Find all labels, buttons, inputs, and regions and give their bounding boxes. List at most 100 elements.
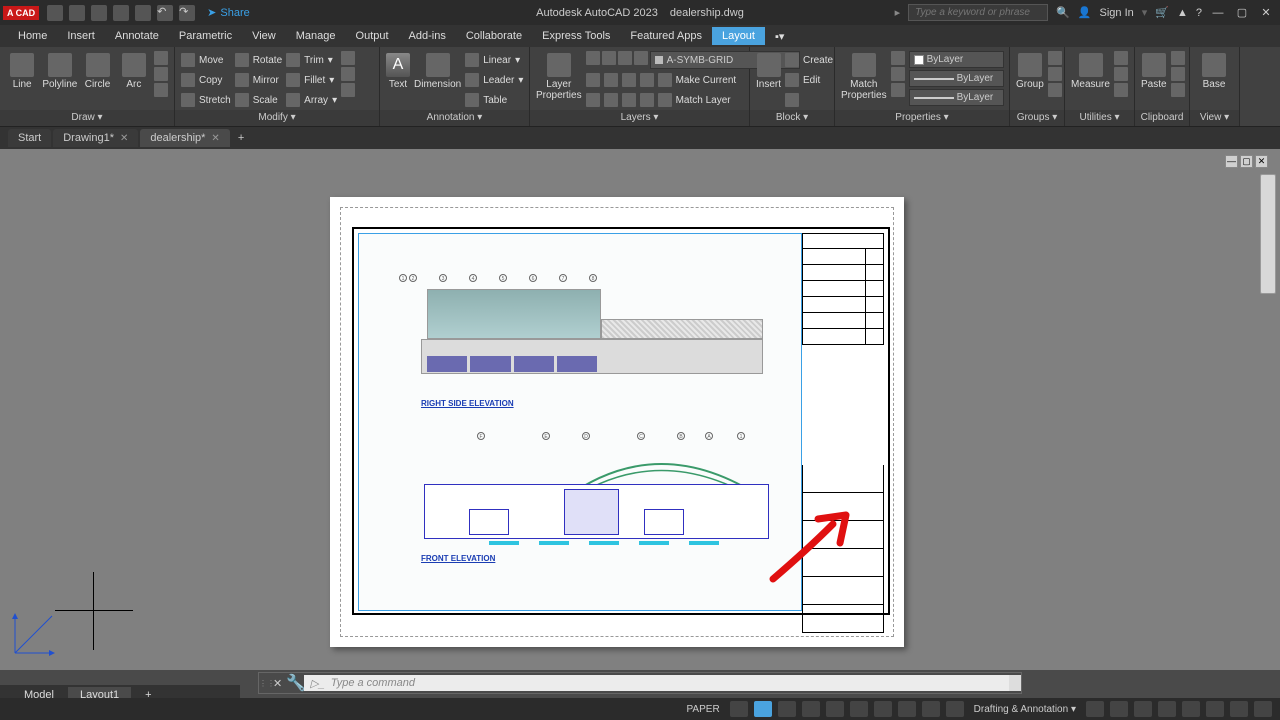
draw-extra-3[interactable] (154, 83, 168, 97)
block-extra[interactable] (785, 91, 833, 109)
move-button[interactable]: Move (181, 51, 231, 69)
layer-icon-4[interactable] (634, 51, 648, 65)
share-button[interactable]: ➤ Share (207, 6, 250, 19)
user-icon[interactable]: 👤 (1078, 6, 1092, 19)
autodesk-icon[interactable]: ▲ (1177, 7, 1188, 19)
cmd-customize-icon[interactable]: 🔧 (286, 673, 304, 693)
status-transparency[interactable] (898, 701, 916, 717)
canvas-area[interactable]: — ▢ ✕ 12 34 56 78 RIGHT SIDE (0, 149, 1280, 670)
close-icon[interactable]: ✕ (120, 133, 128, 144)
panel-title-annotation[interactable]: Annotation ▾ (380, 110, 529, 126)
status-cycling[interactable] (922, 701, 940, 717)
layer-r2-5[interactable] (658, 73, 672, 87)
draw-extra-1[interactable] (154, 51, 168, 65)
status-otrack[interactable] (850, 701, 868, 717)
panel-title-view[interactable]: View ▾ (1190, 110, 1239, 126)
panel-title-draw[interactable]: Draw ▾ (0, 110, 174, 126)
menu-insert[interactable]: Insert (57, 27, 105, 45)
status-monitor[interactable] (1086, 701, 1104, 717)
menu-extra-icon[interactable]: ▪▾ (765, 27, 794, 46)
nav-bar[interactable] (1260, 174, 1276, 294)
stretch-button[interactable]: Stretch (181, 91, 231, 109)
command-input[interactable]: ▷_ Type a command (304, 675, 1009, 691)
app-badge[interactable]: A CAD (3, 6, 39, 20)
panel-title-utilities[interactable]: Utilities ▾ (1065, 110, 1134, 126)
signin-label[interactable]: Sign In (1100, 7, 1134, 19)
menu-view[interactable]: View (242, 27, 286, 45)
search-arrow-icon[interactable]: ▸ (895, 6, 901, 19)
search-input[interactable] (908, 4, 1048, 21)
maximize-button[interactable]: ▢ (1234, 7, 1250, 19)
layer-r3-5[interactable] (658, 93, 672, 107)
redo-icon[interactable]: ↷ (179, 5, 195, 21)
layer-icon-2[interactable] (602, 51, 616, 65)
vp-maximize-button[interactable]: ▢ (1240, 155, 1253, 168)
layer-r3-2[interactable] (604, 93, 618, 107)
group-e3[interactable] (1048, 83, 1062, 97)
panel-title-properties[interactable]: Properties ▾ (835, 110, 1009, 126)
workspace-dropdown[interactable]: Drafting & Annotation ▾ (970, 704, 1080, 715)
minimize-button[interactable]: — (1210, 7, 1226, 19)
rotate-button[interactable]: Rotate (235, 51, 282, 69)
table-button[interactable]: Table (465, 91, 523, 109)
tab-start[interactable]: Start (8, 129, 51, 147)
layer-icon-3[interactable] (618, 51, 632, 65)
status-snap[interactable] (754, 701, 772, 717)
menu-express[interactable]: Express Tools (532, 27, 620, 45)
menu-featured[interactable]: Featured Apps (620, 27, 712, 45)
util-e1[interactable] (1114, 51, 1128, 65)
prop-icon-2[interactable] (891, 67, 905, 81)
status-osnap[interactable] (826, 701, 844, 717)
scale-button[interactable]: Scale (235, 91, 282, 109)
util-e2[interactable] (1114, 67, 1128, 81)
layer-r3-3[interactable] (622, 93, 636, 107)
panel-title-modify[interactable]: Modify ▾ (175, 110, 379, 126)
menu-layout[interactable]: Layout (712, 27, 765, 45)
clip-e1[interactable] (1171, 51, 1185, 65)
make-current-button[interactable]: Make Current (676, 75, 737, 86)
prop-icon-3[interactable] (891, 83, 905, 97)
new-tab-button[interactable]: + (232, 129, 250, 147)
status-clean[interactable] (1230, 701, 1248, 717)
plot-icon[interactable] (135, 5, 151, 21)
menu-home[interactable]: Home (8, 27, 57, 45)
modify-extra-3[interactable] (341, 83, 355, 97)
status-lock[interactable] (1158, 701, 1176, 717)
array-button[interactable]: Array ▾ (286, 91, 337, 109)
menu-collaborate[interactable]: Collaborate (456, 27, 532, 45)
saveas-icon[interactable] (113, 5, 129, 21)
cart-icon[interactable]: 🛒 (1155, 6, 1169, 19)
match-layer-button[interactable]: Match Layer (676, 95, 731, 106)
status-units[interactable] (1110, 701, 1128, 717)
menu-annotate[interactable]: Annotate (105, 27, 169, 45)
cmd-close-button[interactable]: ✕ (269, 677, 286, 690)
status-lweight[interactable] (874, 701, 892, 717)
util-e3[interactable] (1114, 83, 1128, 97)
status-grid[interactable] (730, 701, 748, 717)
mirror-button[interactable]: Mirror (235, 71, 282, 89)
new-icon[interactable] (47, 5, 63, 21)
copy-button[interactable]: Copy (181, 71, 231, 89)
search-icon[interactable]: 🔍 (1056, 6, 1070, 19)
color-dropdown[interactable]: ByLayer (909, 51, 1004, 68)
close-button[interactable]: ✕ (1258, 7, 1274, 19)
edit-button[interactable]: Edit (785, 71, 833, 89)
menu-addins[interactable]: Add-ins (399, 27, 456, 45)
save-icon[interactable] (91, 5, 107, 21)
menu-manage[interactable]: Manage (286, 27, 346, 45)
prop-icon-1[interactable] (891, 51, 905, 65)
panel-title-layers[interactable]: Layers ▾ (530, 110, 749, 126)
cmd-history-button[interactable] (1009, 675, 1021, 691)
status-ortho[interactable] (778, 701, 796, 717)
linetype-dropdown[interactable]: ByLayer (909, 89, 1004, 106)
status-custom[interactable] (1254, 701, 1272, 717)
draw-extra-2[interactable] (154, 67, 168, 81)
layer-r3-1[interactable] (586, 93, 600, 107)
undo-icon[interactable]: ↶ (157, 5, 173, 21)
layer-icon-1[interactable] (586, 51, 600, 65)
layer-r2-3[interactable] (622, 73, 636, 87)
status-annoscale[interactable] (946, 701, 964, 717)
leader-button[interactable]: Leader ▾ (465, 71, 523, 89)
status-iso[interactable] (1182, 701, 1200, 717)
layer-r3-4[interactable] (640, 93, 654, 107)
